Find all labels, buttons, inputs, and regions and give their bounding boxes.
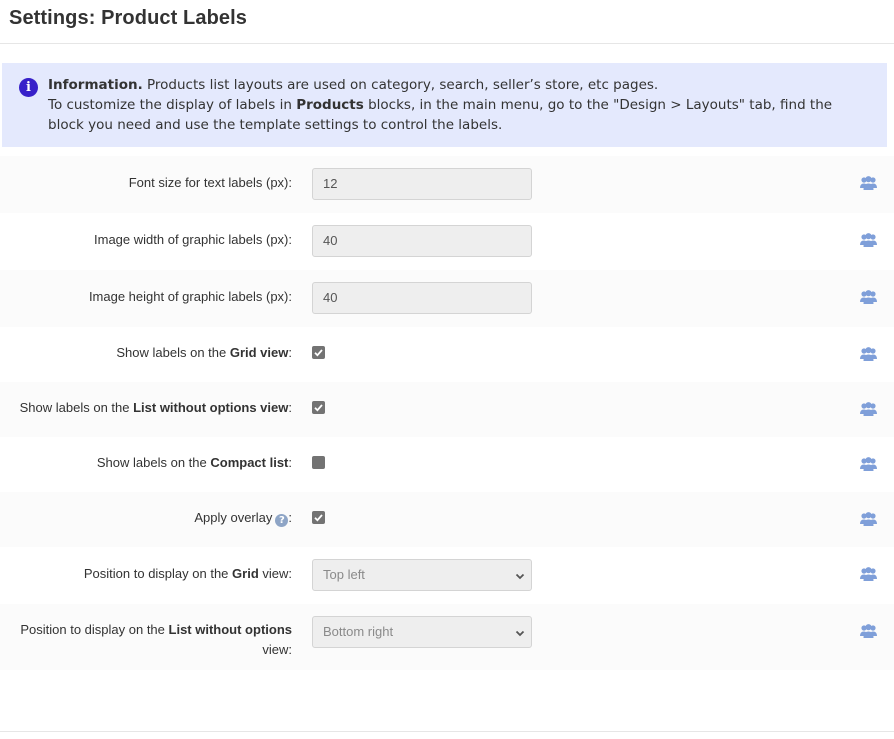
info-line-2: To customize the display of labels in Pr… bbox=[48, 95, 871, 135]
info-text-1: Products list layouts are used on catego… bbox=[142, 77, 659, 93]
label-suffix: view: bbox=[258, 566, 292, 581]
users-icon[interactable] bbox=[860, 176, 877, 190]
label-bold: Grid view bbox=[229, 345, 289, 360]
show-grid-label: Show labels on the Grid view: bbox=[116, 343, 292, 363]
label-text: Show labels on the bbox=[116, 345, 230, 360]
label-suffix: : bbox=[288, 455, 292, 470]
position-list-select[interactable]: Bottom right bbox=[312, 616, 532, 648]
setting-row-image-height: Image height of graphic labels (px): 40 bbox=[0, 270, 894, 327]
chevron-down-icon bbox=[515, 630, 525, 637]
users-icon[interactable] bbox=[860, 624, 877, 638]
info-text-2-bold: Products bbox=[296, 97, 364, 113]
image-width-label: Image width of graphic labels (px): bbox=[94, 232, 292, 247]
apply-overlay-label: Apply overlay?: bbox=[194, 508, 292, 528]
setting-row-apply-overlay: Apply overlay?: bbox=[0, 492, 894, 547]
chevron-down-icon bbox=[515, 573, 525, 580]
label-text: Position to display on the bbox=[20, 622, 169, 637]
setting-row-font-size: Font size for text labels (px): 12 bbox=[0, 156, 894, 213]
label-bold: List without options view bbox=[133, 400, 289, 415]
show-grid-checkbox[interactable] bbox=[312, 346, 325, 359]
page-header: Settings: Product Labels bbox=[0, 0, 894, 44]
label-bold: Grid bbox=[232, 566, 259, 581]
info-icon: i bbox=[19, 78, 38, 97]
label-text: Position to display on the bbox=[83, 566, 233, 581]
label-text: Show labels on the bbox=[19, 400, 134, 415]
label-text: Show labels on the bbox=[96, 455, 211, 470]
font-size-label: Font size for text labels (px): bbox=[128, 175, 292, 190]
info-title: Information. bbox=[48, 77, 143, 93]
info-text-2-pre: To customize the display of labels in bbox=[48, 97, 297, 113]
setting-row-show-list: Show labels on the List without options … bbox=[0, 382, 894, 437]
select-value: Bottom right bbox=[323, 624, 394, 639]
show-compact-label: Show labels on the Compact list: bbox=[97, 453, 292, 473]
show-list-label: Show labels on the List without options … bbox=[20, 398, 292, 418]
label-suffix: : bbox=[288, 345, 292, 360]
users-icon[interactable] bbox=[860, 567, 877, 581]
setting-row-position-list: Position to display on the List without … bbox=[0, 604, 894, 670]
show-list-checkbox[interactable] bbox=[312, 401, 325, 414]
users-icon[interactable] bbox=[860, 512, 877, 526]
select-value: Top left bbox=[323, 567, 365, 582]
label-suffix: : bbox=[288, 510, 292, 525]
label-suffix: : bbox=[288, 400, 292, 415]
information-notice: i Information. Products list layouts are… bbox=[2, 63, 887, 147]
label-text: Apply overlay bbox=[194, 510, 273, 525]
image-width-input[interactable]: 40 bbox=[312, 225, 532, 257]
position-list-label: Position to display on the List without … bbox=[12, 620, 292, 660]
show-compact-checkbox[interactable] bbox=[312, 456, 325, 469]
setting-row-image-width: Image width of graphic labels (px): 40 bbox=[0, 213, 894, 270]
apply-overlay-checkbox[interactable] bbox=[312, 511, 325, 524]
setting-row-show-compact: Show labels on the Compact list: bbox=[0, 437, 894, 492]
info-line-1: Information. Products list layouts are u… bbox=[48, 75, 871, 95]
label-bold: Compact list bbox=[210, 455, 289, 470]
setting-row-position-grid: Position to display on the Grid view: To… bbox=[0, 547, 894, 604]
users-icon[interactable] bbox=[860, 457, 877, 471]
question-circle-icon[interactable]: ? bbox=[275, 514, 289, 527]
position-grid-select[interactable]: Top left bbox=[312, 559, 532, 591]
bottom-divider bbox=[0, 731, 894, 732]
label-bold: List without options bbox=[168, 622, 292, 637]
setting-row-show-grid: Show labels on the Grid view: bbox=[0, 327, 894, 382]
image-height-input[interactable]: 40 bbox=[312, 282, 532, 314]
users-icon[interactable] bbox=[860, 347, 877, 361]
font-size-input[interactable]: 12 bbox=[312, 168, 532, 200]
users-icon[interactable] bbox=[860, 233, 877, 247]
position-grid-label: Position to display on the Grid view: bbox=[84, 564, 292, 584]
users-icon[interactable] bbox=[860, 290, 877, 304]
label-suffix: view: bbox=[262, 642, 292, 657]
page-title: Settings: Product Labels bbox=[9, 7, 247, 29]
users-icon[interactable] bbox=[860, 402, 877, 416]
image-height-label: Image height of graphic labels (px): bbox=[88, 289, 292, 304]
